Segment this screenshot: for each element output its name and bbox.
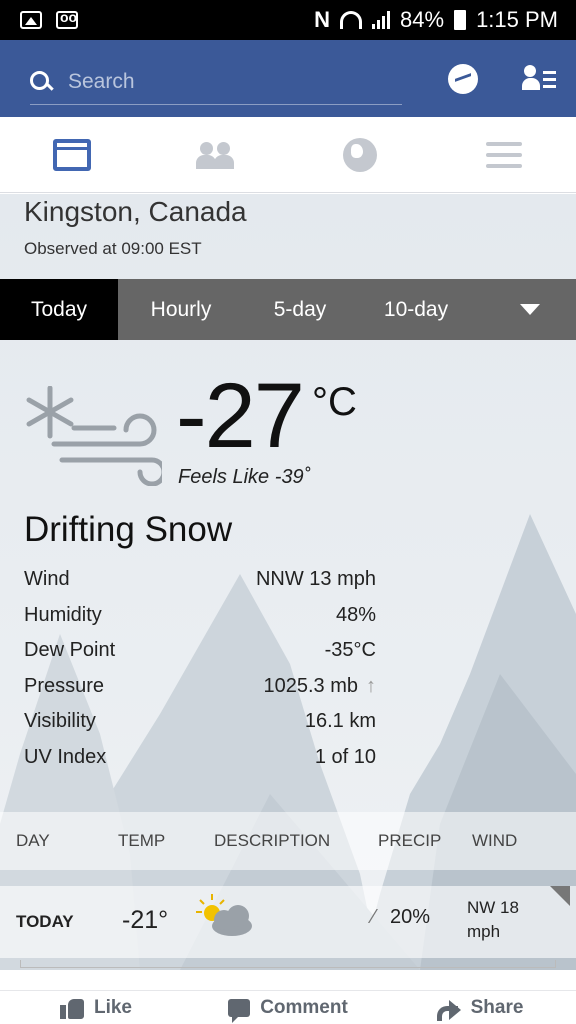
detail-row-uv-index: UV Index 1 of 10 (24, 740, 376, 776)
detail-label: Wind (24, 568, 70, 591)
feels-like: Feels Like -39˚ (178, 466, 311, 488)
tab-hourly[interactable]: Hourly (118, 279, 244, 340)
row-wind-line1: NW 18 (467, 898, 519, 917)
menu-icon (486, 141, 522, 168)
share-icon (436, 998, 461, 1021)
detail-row-humidity: Humidity 48% (24, 598, 376, 634)
search-icon[interactable] (30, 71, 52, 93)
detail-row-pressure: Pressure 1025.3 mb ↑ (24, 669, 376, 705)
column-precip: PRECIP (378, 831, 442, 850)
nfc-icon: N (314, 7, 331, 32)
detail-row-dew-point: Dew Point -35°C (24, 633, 376, 669)
row-temp: -21° (122, 906, 169, 934)
detail-value: 48% (335, 603, 376, 626)
tab-today[interactable]: Today (0, 279, 118, 340)
partly-cloudy-icon (196, 894, 252, 936)
raindrop-icon: ⁄ (372, 906, 376, 928)
forecast-tabs: Today Hourly 5-day 10-day (0, 279, 576, 340)
detail-value: NNW 13 mph (255, 568, 376, 591)
tab-10-day[interactable]: 10-day (356, 279, 476, 340)
snow-wind-icon (26, 386, 162, 486)
tab-newsfeed[interactable] (0, 117, 144, 192)
column-wind: WIND (472, 831, 518, 850)
detail-value: 16.1 km (304, 710, 376, 733)
detail-value: 1025.3 mb (263, 674, 358, 697)
temperature-unit: °C (312, 380, 357, 424)
column-temp: TEMP (118, 831, 166, 850)
card-bottom-border (20, 960, 556, 968)
like-label: Like (93, 996, 133, 1018)
current-temperature: -27 (176, 365, 305, 467)
detail-label: Humidity (24, 603, 102, 626)
tab-friends[interactable] (144, 117, 288, 192)
table-row[interactable]: TODAY -21° ⁄ 20% NW 18 mph (0, 886, 576, 958)
detail-label: Pressure (24, 674, 105, 697)
globe-icon (343, 137, 377, 172)
gallery-icon (20, 11, 42, 29)
comment-label: Comment (260, 996, 348, 1018)
clock: 1:15 PM (476, 7, 558, 32)
messenger-icon[interactable] (448, 63, 478, 94)
forecast-table-header: DAY TEMP DESCRIPTION PRECIP WIND (0, 812, 576, 870)
weather-details: Wind NNW 13 mph Humidity 48% Dew Point -35°… (24, 562, 376, 775)
detail-row-wind: Wind NNW 13 mph (24, 562, 376, 598)
tab-world[interactable] (288, 117, 432, 192)
status-bar: N 84% 1:15 PM (0, 0, 576, 40)
friends-icon (196, 140, 236, 170)
comment-button[interactable]: Comment (192, 991, 384, 1024)
app-header (0, 40, 576, 117)
tab-menu[interactable] (432, 117, 576, 192)
post-actions: Like Comment Share (0, 990, 576, 1024)
share-button[interactable]: Share (384, 991, 576, 1024)
row-wind-line2: mph (467, 922, 501, 941)
detail-label: UV Index (24, 745, 107, 768)
dropdown-icon[interactable] (520, 304, 540, 315)
tab-5-day[interactable]: 5-day (244, 279, 356, 340)
search-bar[interactable] (30, 61, 402, 105)
detail-label: Dew Point (24, 639, 116, 662)
voicemail-icon (56, 9, 78, 29)
column-day: DAY (16, 831, 50, 850)
row-day: TODAY (16, 912, 74, 931)
detail-label: Visibility (24, 710, 96, 733)
arrow-up-icon: ↑ (366, 674, 376, 697)
location-title: Kingston, Canada (24, 196, 247, 227)
weather-card: Kingston, Canada Observed at 09:00 EST T… (0, 194, 576, 970)
detail-row-visibility: Visibility 16.1 km (24, 704, 376, 740)
expand-corner-icon[interactable] (550, 886, 570, 906)
condition-description: Drifting Snow (24, 510, 233, 549)
detail-value: 1 of 10 (314, 745, 376, 768)
signal-icon (372, 11, 391, 29)
search-input[interactable] (68, 70, 368, 94)
friend-requests-icon[interactable] (522, 64, 556, 93)
detail-value: -35°C (324, 639, 376, 662)
nav-tabs (0, 117, 576, 193)
thumbs-up-icon (59, 997, 84, 1019)
battery-icon (454, 10, 467, 30)
column-description: DESCRIPTION (214, 831, 331, 850)
newsfeed-icon (53, 138, 91, 171)
comment-icon (228, 998, 251, 1023)
wifi-icon (340, 11, 363, 29)
share-label: Share (470, 996, 524, 1018)
observed-time: Observed at 09:00 EST (24, 239, 202, 258)
row-precip: 20% (390, 906, 431, 928)
like-button[interactable]: Like (0, 991, 192, 1024)
battery-percent: 84% (400, 7, 445, 32)
